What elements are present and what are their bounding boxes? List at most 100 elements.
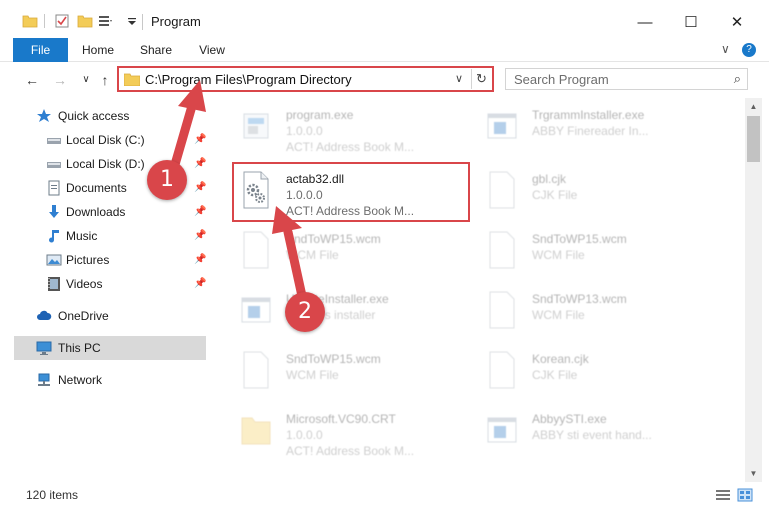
music-icon bbox=[49, 230, 59, 243]
file-item[interactable]: SndToWP15.wcm WCM File bbox=[480, 222, 720, 282]
tab-share[interactable]: Share bbox=[134, 38, 178, 62]
minimize-button[interactable]: — bbox=[622, 8, 668, 36]
sidebar-item-label: Local Disk (D:) bbox=[66, 157, 145, 171]
close-button[interactable]: ✕ bbox=[714, 8, 760, 36]
sidebar-item-music[interactable]: Music 📌 bbox=[24, 224, 216, 248]
network-icon bbox=[38, 373, 50, 386]
file-list: program.exe 1.0.0.0 ACT! Address Book M.… bbox=[208, 98, 745, 482]
sidebar-item-label: Videos bbox=[66, 277, 103, 291]
tab-home[interactable]: Home bbox=[76, 38, 120, 62]
recent-locations-button[interactable]: ∨ bbox=[78, 72, 94, 88]
sidebar-item-documents[interactable]: Documents 📌 bbox=[24, 176, 216, 200]
sidebar-item-local-disk-c[interactable]: Local Disk (C:) 📌 bbox=[24, 128, 216, 152]
file-name: Microsoft.VC90.CRT bbox=[286, 412, 396, 426]
help-button[interactable]: ? bbox=[742, 43, 756, 57]
callout-badge-1: 1 bbox=[147, 160, 187, 200]
file-description: ABBY Finereader In... bbox=[532, 124, 649, 138]
file-item[interactable]: UpdateInstaller.exe Updates installer bbox=[234, 282, 474, 342]
document-icon bbox=[489, 171, 515, 209]
pin-icon: 📌 bbox=[194, 182, 207, 193]
details-view-icon[interactable] bbox=[715, 488, 731, 502]
back-button[interactable]: ← bbox=[24, 72, 40, 88]
sidebar-item-quick-access[interactable]: Quick access bbox=[24, 104, 216, 128]
sidebar-item-videos[interactable]: Videos 📌 bbox=[24, 272, 216, 296]
sidebar-item-label: Local Disk (C:) bbox=[66, 133, 145, 147]
address-bar[interactable]: C:\Program Files\Program Directory ∨ ↻ bbox=[117, 66, 494, 92]
address-dropdown-icon[interactable]: ∨ bbox=[455, 72, 463, 85]
sidebar-item-network[interactable]: Network bbox=[24, 368, 216, 392]
file-version: 1.0.0.0 bbox=[286, 124, 323, 138]
folder-icon bbox=[124, 73, 140, 86]
drive-icon bbox=[47, 138, 61, 144]
title-divider bbox=[142, 14, 143, 30]
document-icon bbox=[489, 351, 515, 389]
pictures-icon bbox=[46, 254, 62, 266]
file-item[interactable]: SndToWP15.wcm WCM File bbox=[234, 342, 474, 402]
file-item[interactable]: Microsoft.VC90.CRT 1.0.0.0 ACT! Address … bbox=[234, 402, 474, 462]
selected-file-highlight bbox=[232, 162, 470, 222]
sidebar-item-label: Documents bbox=[66, 181, 127, 195]
drive-icon bbox=[47, 162, 61, 168]
file-name: program.exe bbox=[286, 108, 354, 122]
application-icon bbox=[487, 113, 517, 139]
tab-file[interactable]: File bbox=[13, 38, 68, 62]
expand-ribbon-button[interactable]: ∨ bbox=[721, 42, 730, 56]
sidebar-item-label: Downloads bbox=[66, 205, 126, 219]
document-icon bbox=[489, 291, 515, 329]
file-item[interactable]: program.exe 1.0.0.0 ACT! Address Book M.… bbox=[234, 98, 474, 158]
scroll-up-icon[interactable]: ▲ bbox=[745, 98, 762, 115]
videos-icon bbox=[48, 277, 60, 291]
file-item[interactable]: SndToWP13.wcm WCM File bbox=[480, 282, 720, 342]
large-icons-view-icon[interactable] bbox=[737, 488, 753, 502]
navigation-pane: Quick access Local Disk (C:) 📌 Local Dis… bbox=[0, 98, 208, 482]
sidebar-item-onedrive[interactable]: OneDrive bbox=[24, 304, 216, 328]
sidebar-item-downloads[interactable]: Downloads 📌 bbox=[24, 200, 216, 224]
file-description: ACT! Address Book M... bbox=[286, 140, 415, 154]
file-name: TrgrammInstaller.exe bbox=[532, 108, 645, 122]
scroll-down-icon[interactable]: ▼ bbox=[745, 465, 762, 482]
file-version: 1.0.0.0 bbox=[286, 428, 323, 442]
file-type: WCM File bbox=[286, 368, 339, 382]
pin-icon: 📌 bbox=[194, 278, 207, 289]
new-folder-icon[interactable] bbox=[77, 13, 93, 29]
file-type: WCM File bbox=[532, 308, 585, 322]
dropdown-arrow-icon[interactable] bbox=[124, 13, 140, 29]
sidebar-item-label: Music bbox=[66, 229, 98, 243]
search-box[interactable]: Search Program ⌕ bbox=[505, 68, 748, 90]
cloud-icon bbox=[37, 310, 52, 320]
file-item[interactable]: Korean.cjk CJK File bbox=[480, 342, 720, 402]
file-type: CJK File bbox=[532, 188, 578, 202]
file-item[interactable]: TrgrammInstaller.exe ABBY Finereader In.… bbox=[480, 98, 720, 158]
callout-badge-2: 2 bbox=[285, 292, 325, 332]
sidebar-item-label: Quick access bbox=[58, 109, 130, 123]
star-icon bbox=[37, 109, 51, 122]
file-item[interactable]: gbl.cjk CJK File bbox=[480, 162, 720, 222]
file-name: SndToWP13.wcm bbox=[532, 292, 627, 306]
sidebar-item-local-disk-d[interactable]: Local Disk (D:) 📌 bbox=[24, 152, 216, 176]
vertical-scrollbar[interactable]: ▲ ▼ bbox=[745, 98, 762, 482]
search-placeholder[interactable]: Search Program bbox=[514, 72, 609, 87]
file-item[interactable]: SndToWP15.wcm WCM File bbox=[234, 222, 474, 282]
scroll-thumb[interactable] bbox=[747, 116, 760, 162]
pin-icon: 📌 bbox=[194, 158, 207, 169]
pin-icon: 📌 bbox=[194, 230, 207, 241]
sidebar-item-label: Pictures bbox=[66, 253, 110, 267]
sidebar-item-this-pc[interactable]: This PC bbox=[14, 336, 206, 360]
forward-button[interactable]: → bbox=[52, 72, 68, 88]
maximize-button[interactable]: ☐ bbox=[668, 8, 714, 36]
address-path[interactable]: C:\Program Files\Program Directory bbox=[145, 72, 352, 87]
refresh-button[interactable]: ↻ bbox=[471, 69, 491, 89]
file-item[interactable]: AbbyySTI.exe ABBY sti event hand... bbox=[480, 402, 720, 462]
file-type: WCM File bbox=[532, 248, 585, 262]
sidebar-item-pictures[interactable]: Pictures 📌 bbox=[24, 248, 216, 272]
file-description: ACT! Address Book M... bbox=[286, 444, 415, 458]
file-name: SndToWP15.wcm bbox=[532, 232, 627, 246]
tab-view[interactable]: View bbox=[190, 38, 234, 62]
file-name: AbbyySTI.exe bbox=[532, 412, 607, 426]
folder-icon bbox=[241, 417, 271, 445]
properties-icon[interactable] bbox=[54, 13, 70, 29]
customize-qa-icon[interactable] bbox=[97, 13, 113, 29]
application-icon bbox=[487, 417, 517, 443]
up-button[interactable]: ↑ bbox=[97, 72, 113, 88]
search-icon[interactable]: ⌕ bbox=[734, 71, 741, 87]
